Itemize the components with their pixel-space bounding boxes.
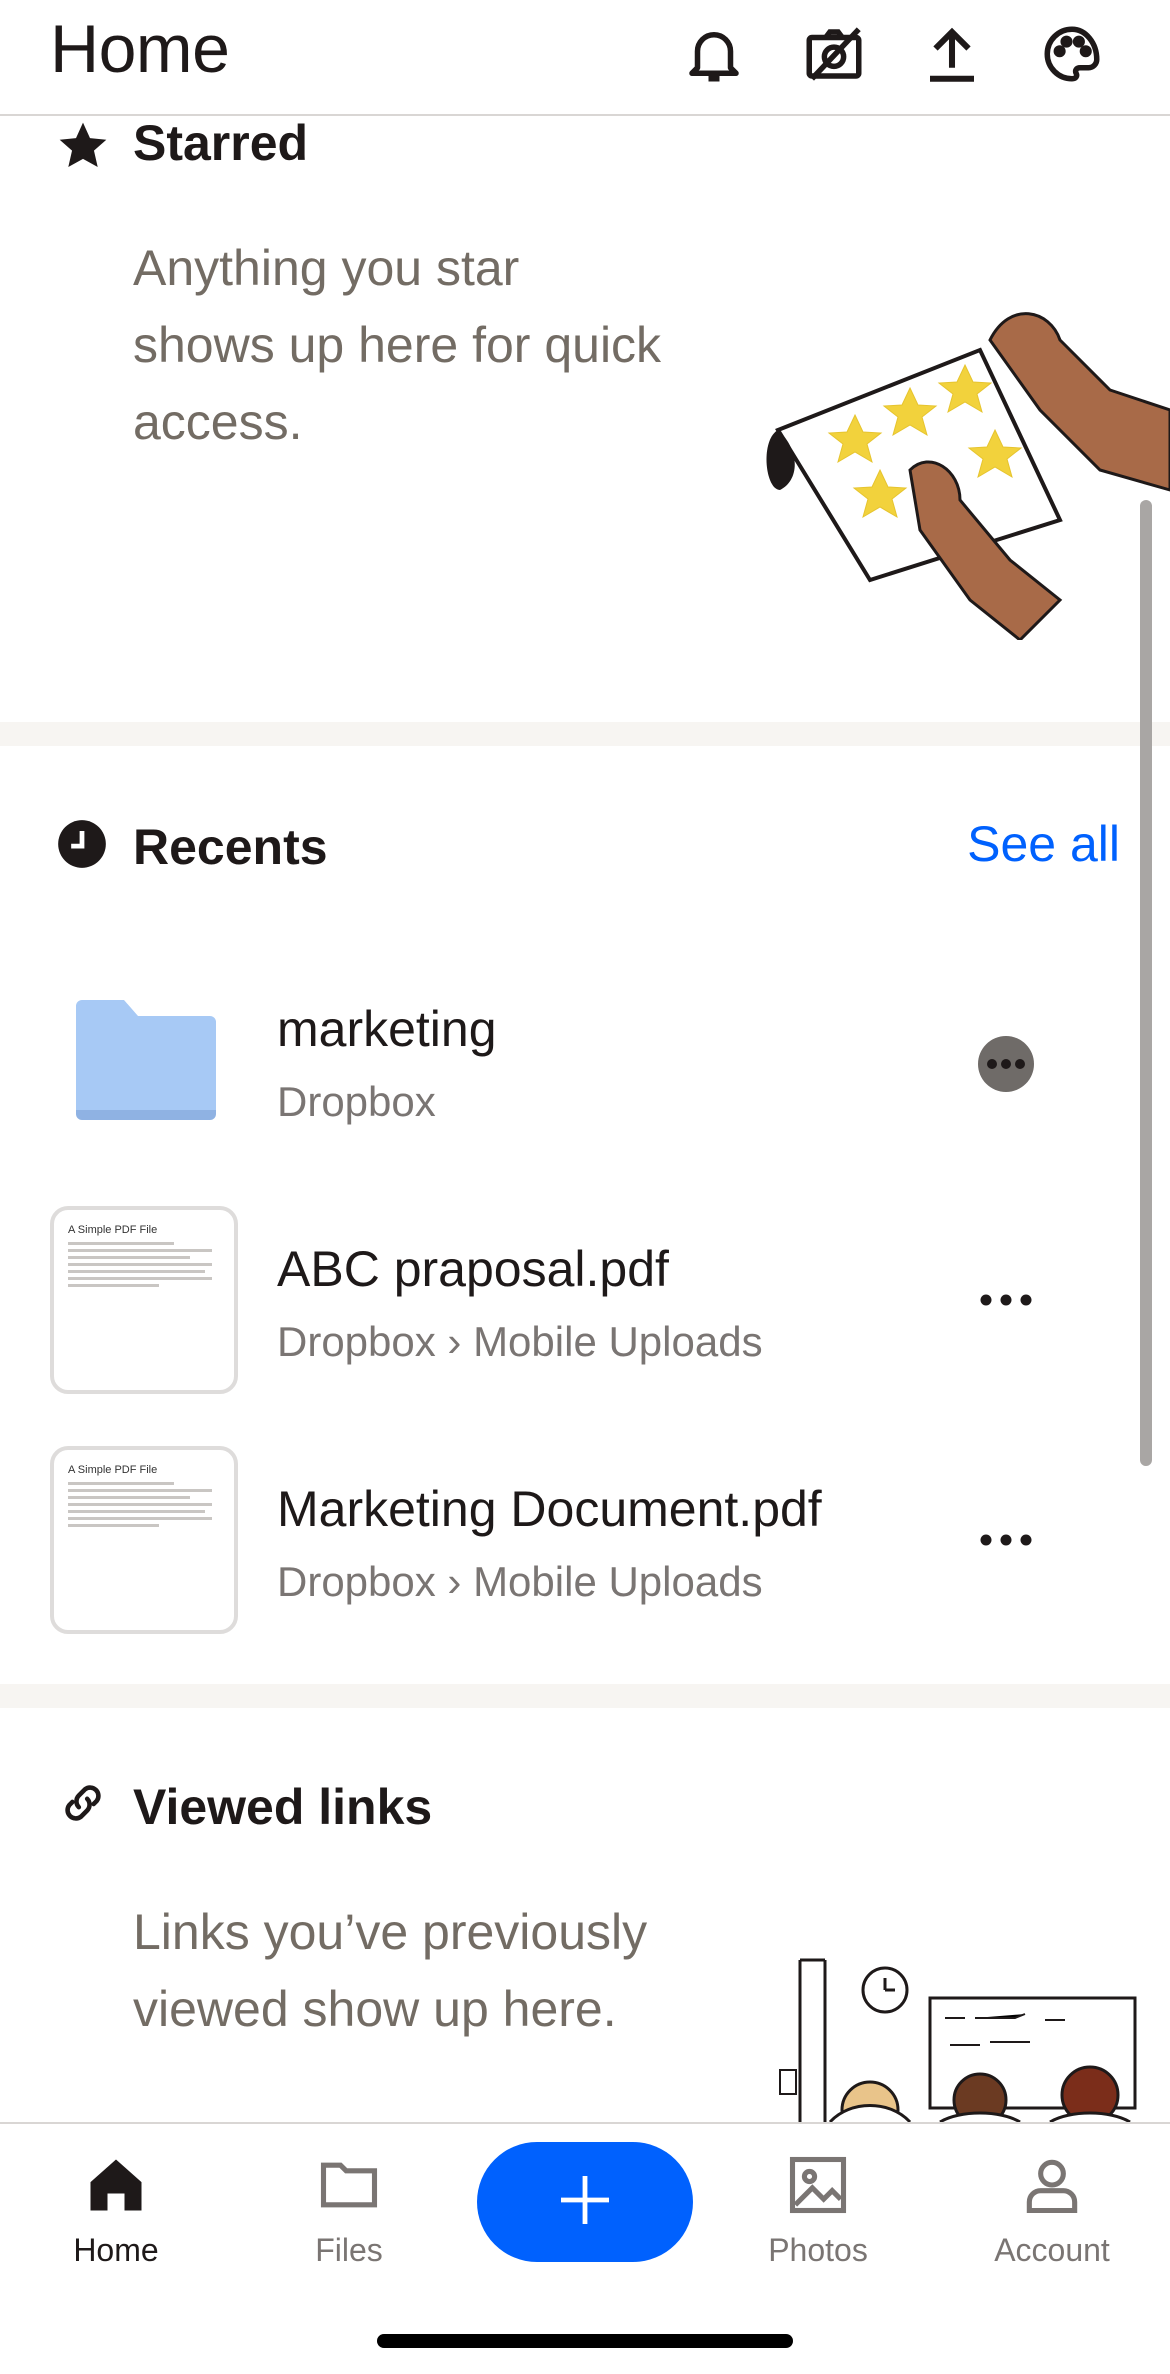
pdf-thumbnail: A Simple PDF File [50, 1446, 238, 1634]
create-button[interactable] [477, 2142, 693, 2262]
page-title: Home [50, 11, 230, 87]
list-item[interactable]: marketing Dropbox [0, 944, 1140, 1184]
plus-icon [553, 2168, 617, 2237]
clock-icon [56, 818, 108, 875]
camera-off-icon[interactable] [798, 18, 870, 90]
see-all-link[interactable]: See all [967, 815, 1120, 873]
image-icon [783, 2150, 853, 2220]
bottom-navigation: Home Files Photos Account [0, 2122, 1170, 2374]
list-item[interactable]: A Simple PDF File ABC praposal.pdf Dropb… [0, 1184, 1140, 1424]
nav-photos[interactable]: Photos [728, 2124, 908, 2304]
palette-icon[interactable] [1036, 18, 1108, 90]
nav-files[interactable]: Files [259, 2124, 439, 2304]
nav-label: Account [994, 2232, 1110, 2268]
top-app-bar: Home [0, 0, 1170, 116]
more-options-icon[interactable] [970, 1264, 1042, 1336]
starred-illustration [760, 300, 1170, 643]
starred-title: Starred [133, 115, 309, 171]
list-item[interactable]: A Simple PDF File Marketing Document.pdf… [0, 1424, 1140, 1664]
item-name: marketing [277, 1001, 497, 1057]
home-icon [81, 2150, 151, 2220]
starred-description: Anything you star shows up here for quic… [133, 240, 662, 450]
item-path: Dropbox [277, 1078, 436, 1125]
folder-icon [72, 996, 220, 1127]
nav-home[interactable]: Home [26, 2124, 206, 2304]
section-divider [0, 722, 1170, 746]
more-options-icon[interactable] [970, 1028, 1042, 1100]
person-icon [1017, 2150, 1087, 2220]
bell-icon[interactable] [678, 18, 750, 90]
scrollbar[interactable] [1140, 500, 1152, 1466]
home-indicator [377, 2334, 793, 2348]
item-name: ABC praposal.pdf [277, 1241, 669, 1297]
section-divider [0, 1684, 1170, 1708]
pdf-thumbnail: A Simple PDF File [50, 1206, 238, 1394]
nav-account[interactable]: Account [962, 2124, 1142, 2304]
nav-label: Photos [768, 2232, 868, 2268]
link-icon [58, 1778, 108, 1833]
nav-label: Home [73, 2232, 159, 2268]
item-path: Dropbox › Mobile Uploads [277, 1558, 763, 1605]
upload-icon[interactable] [916, 18, 988, 90]
viewed-links-illustration [770, 1950, 1170, 2122]
star-icon [55, 118, 111, 179]
more-options-icon[interactable] [970, 1504, 1042, 1576]
nav-label: Files [315, 2232, 383, 2268]
recents-title: Recents [133, 819, 328, 875]
viewed-links-description: Links you’ve previously viewed show up h… [133, 1904, 648, 2037]
item-path: Dropbox › Mobile Uploads [277, 1318, 763, 1365]
viewed-links-title: Viewed links [133, 1779, 433, 1835]
item-name: Marketing Document.pdf [277, 1481, 822, 1537]
folder-outline-icon [314, 2150, 384, 2220]
